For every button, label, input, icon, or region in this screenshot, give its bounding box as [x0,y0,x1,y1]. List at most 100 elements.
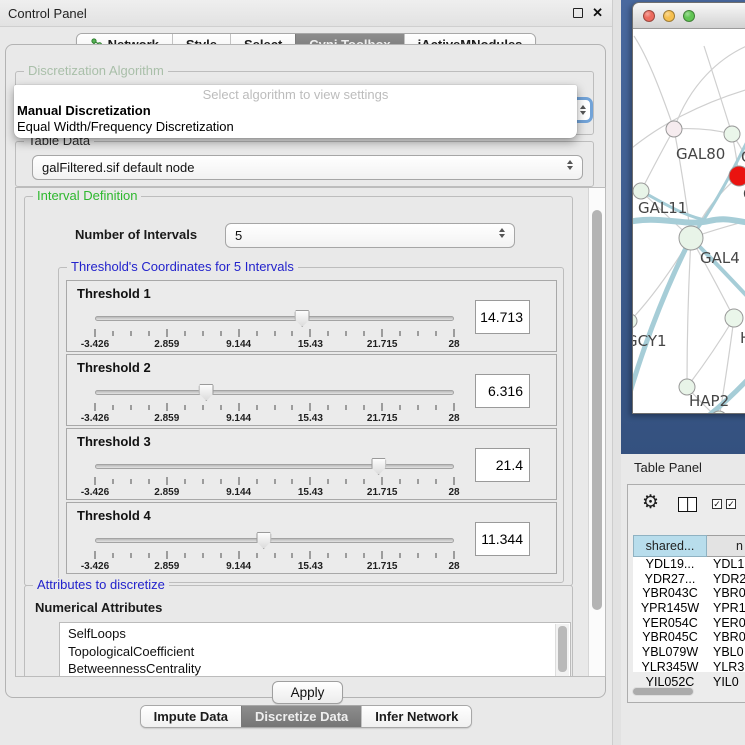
network-edge[interactable] [704,46,732,134]
tick-mark [310,477,311,485]
threshold-coordinates-title: Threshold's Coordinates for 5 Intervals [67,260,298,274]
columns-icon[interactable] [678,497,697,512]
zoom-traffic-light[interactable] [683,10,695,22]
tab-infer-network[interactable]: Infer Network [361,706,471,727]
network-node[interactable] [633,314,637,328]
cell-name: YBR0 [707,630,745,645]
close-traffic-light[interactable] [643,10,655,22]
tick-mark [328,331,329,336]
gear-icon[interactable]: ⚙ [642,493,659,512]
table-row[interactable]: YBR043CYBR0 [633,586,745,601]
slider-thumb[interactable] [371,458,386,475]
slider-thumb[interactable] [256,532,271,549]
scale-label: 15.43 [298,561,323,572]
tick-mark [220,553,221,558]
threshold-slider[interactable]: -3.4262.8599.14415.4321.71528 [95,383,454,425]
network-node[interactable] [724,126,740,142]
network-edge[interactable] [674,43,745,129]
network-edge[interactable] [674,129,732,134]
threshold-value-field[interactable] [475,448,530,482]
scale-label: 28 [448,413,459,424]
number-of-intervals-combobox[interactable]: 5 [225,223,515,248]
panel-divider[interactable] [612,0,621,745]
scale-label: -3.426 [81,413,109,424]
tick-mark [184,479,185,484]
slider-scale-labels: -3.4262.8599.14415.4321.71528 [95,339,454,351]
scale-label: 28 [448,561,459,572]
table-row[interactable]: YLR345WYLR3 [633,660,745,675]
threshold-value-field[interactable] [475,300,530,334]
tick-mark [346,553,347,558]
float-window-icon[interactable] [573,8,583,18]
attribute-item-betweennesscentrality[interactable]: BetweennessCentrality [68,660,570,677]
numerical-attributes-list[interactable]: SelfLoopsTopologicalCoefficientBetweenne… [59,622,571,677]
popup-item-equal-width-frequency[interactable]: Equal Width/Frequency Discretization [14,119,577,135]
table-row[interactable]: YER054CYER0 [633,616,745,631]
network-edge[interactable] [641,129,674,191]
table-row[interactable]: YPR145WYPR1 [633,601,745,616]
network-node[interactable] [729,166,745,186]
tick-mark [274,331,275,336]
network-node[interactable] [633,183,649,199]
tick-mark [202,553,203,558]
threshold-panel: Threshold 1 -3.4262.8599.14415.4321.7152… [66,280,557,352]
tab-label: Discretize Data [255,709,348,724]
network-edge-highlighted[interactable] [633,219,745,223]
attributes-scrollbar[interactable] [555,624,569,677]
table-row[interactable]: YDR27...YDR2 [633,572,745,587]
settings-scrollbar[interactable] [588,188,605,676]
attribute-item-selfloops[interactable]: SelfLoops [68,625,570,643]
tick-mark [400,331,401,336]
scrollbar-thumb[interactable] [592,210,602,610]
tick-mark [454,551,455,559]
minimize-traffic-light[interactable] [663,10,675,22]
column-header-name[interactable]: n [707,535,745,557]
threshold-slider[interactable]: -3.4262.8599.14415.4321.71528 [95,309,454,351]
slider-track[interactable] [95,538,454,543]
slider-track[interactable] [95,390,454,395]
tick-mark [220,331,221,336]
network-edge[interactable] [687,318,734,387]
network-node[interactable] [679,226,703,250]
network-node-label: H [740,329,745,347]
network-edge[interactable] [687,238,691,387]
table-row[interactable]: YBL079WYBL0 [633,645,745,660]
apply-button[interactable]: Apply [272,681,343,704]
tab-discretize-data[interactable]: Discretize Data [241,706,361,727]
scale-label: 21.715 [367,487,398,498]
network-view-window[interactable]: GAL80GCGAL11GAL4GCY1HHAP2 [632,2,745,414]
slider-track[interactable] [95,316,454,321]
tick-mark [364,331,365,336]
close-icon[interactable]: ✕ [592,5,603,21]
table-header-row: shared... n [633,535,745,557]
control-panel-titlebar: Control Panel ✕ [0,0,612,27]
scrollbar-thumb[interactable] [558,626,567,672]
popup-item-manual-discretization[interactable]: Manual Discretization [14,103,577,119]
checkbox-checked-icon[interactable]: ✓ [726,499,736,509]
algorithm-prompt-item[interactable]: Select algorithm to view settings [14,87,577,103]
checkbox-checked-icon[interactable]: ✓ [712,499,722,509]
scale-label: 15.43 [298,413,323,424]
table-data-combobox[interactable]: galFiltered.sif default node [32,155,583,180]
slider-thumb[interactable] [199,384,214,401]
threshold-value-field[interactable] [475,522,530,556]
network-node[interactable] [666,121,682,137]
threshold-slider[interactable]: -3.4262.8599.14415.4321.71528 [95,531,454,573]
threshold-panel: Threshold 4 -3.4262.8599.14415.4321.7152… [66,502,557,574]
scrollbar-thumb[interactable] [633,688,693,695]
network-edge[interactable] [634,36,674,129]
tab-impute-data[interactable]: Impute Data [141,706,241,727]
column-header-shared-name[interactable]: shared... [633,535,707,557]
threshold-slider[interactable]: -3.4262.8599.14415.4321.71528 [95,457,454,499]
slider-thumb[interactable] [295,310,310,327]
attribute-item-topologicalcoefficient[interactable]: TopologicalCoefficient [68,643,570,661]
threshold-value-field[interactable] [475,374,530,408]
network-window-titlebar[interactable] [633,3,745,29]
table-horizontal-scrollbar[interactable] [632,687,694,696]
table-row[interactable]: YBR045CYBR0 [633,630,745,645]
network-node-label: GAL80 [676,145,725,163]
network-node[interactable] [725,309,743,327]
network-canvas[interactable]: GAL80GCGAL11GAL4GCY1HHAP2 [633,29,745,413]
slider-track[interactable] [95,464,454,469]
table-row[interactable]: YDL19...YDL1 [633,557,745,572]
